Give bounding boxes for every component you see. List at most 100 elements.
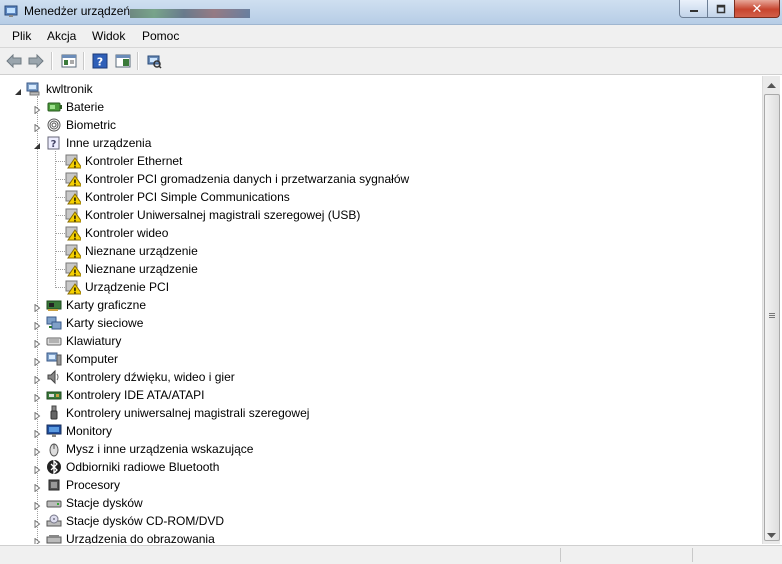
tree-category[interactable]: Baterie bbox=[2, 98, 742, 116]
tree-expander[interactable] bbox=[33, 517, 41, 529]
chevron-right-icon bbox=[34, 429, 41, 439]
view-button[interactable] bbox=[114, 52, 132, 70]
properties-icon bbox=[61, 54, 77, 68]
tree-expander[interactable] bbox=[33, 409, 41, 421]
speaker-icon bbox=[47, 369, 59, 385]
tree-device[interactable]: ! Kontroler Ethernet bbox=[2, 152, 742, 170]
network-adapter-icon bbox=[46, 316, 62, 330]
fingerprint-icon bbox=[46, 117, 62, 133]
tree-category[interactable]: Odbiorniki radiowe Bluetooth bbox=[2, 458, 742, 476]
tree-expander[interactable] bbox=[33, 445, 41, 457]
tree-category[interactable]: Kontrolery dźwięku, wideo i gier bbox=[2, 368, 742, 386]
menu-widok[interactable]: Widok bbox=[92, 29, 125, 43]
svg-text:!: ! bbox=[73, 287, 77, 296]
chevron-right-icon bbox=[34, 519, 41, 529]
scrollbar-thumb[interactable] bbox=[764, 94, 780, 541]
maximize-button[interactable] bbox=[707, 0, 735, 18]
menu-akcja[interactable]: Akcja bbox=[47, 29, 76, 43]
usb-icon bbox=[46, 405, 62, 421]
tree-expander[interactable] bbox=[33, 103, 41, 115]
tree-expander[interactable] bbox=[33, 391, 41, 403]
tree-expander[interactable] bbox=[33, 427, 41, 439]
tree-expander[interactable] bbox=[33, 481, 41, 493]
chevron-down-icon bbox=[767, 532, 776, 538]
svg-text:!: ! bbox=[73, 233, 77, 242]
tree-category[interactable]: Mysz i inne urządzenia wskazujące bbox=[2, 440, 742, 458]
minimize-button[interactable] bbox=[679, 0, 708, 18]
imaging-device-icon bbox=[46, 531, 62, 544]
tree-item-label: Kontrolery dźwięku, wideo i gier bbox=[66, 370, 235, 384]
chevron-right-icon bbox=[34, 303, 41, 313]
tree-device[interactable]: ! Kontroler wideo bbox=[2, 224, 742, 242]
restore-icon bbox=[716, 4, 726, 13]
tree-category[interactable]: Biometric bbox=[2, 116, 742, 134]
tree-category[interactable]: Stacje dysków CD-ROM/DVD bbox=[2, 512, 742, 530]
tree-category[interactable]: ? Inne urządzenia bbox=[2, 134, 742, 152]
tree-device[interactable]: ! Kontroler Uniwersalnej magistrali szere… bbox=[2, 206, 742, 224]
tree-category[interactable]: Kontrolery uniwersalnej magistrali szere… bbox=[2, 404, 742, 422]
minimize-icon bbox=[689, 9, 698, 12]
back-button[interactable] bbox=[5, 52, 23, 70]
tree-device[interactable]: ! Nieznane urządzenie bbox=[2, 260, 742, 278]
tree-category[interactable]: Monitory bbox=[2, 422, 742, 440]
scroll-up-button[interactable] bbox=[763, 76, 780, 93]
tree-category[interactable]: Komputer bbox=[2, 350, 742, 368]
device-tree[interactable]: kwltronik Baterie Biometric ? Inne urządzeni… bbox=[2, 76, 762, 544]
tree-expander[interactable] bbox=[14, 85, 22, 95]
tree-item-label: Biometric bbox=[66, 118, 117, 132]
tree-category[interactable]: Karty graficzne bbox=[2, 296, 742, 314]
svg-text:?: ? bbox=[97, 56, 103, 69]
close-button[interactable]: ✕ bbox=[734, 0, 780, 18]
tree-expander[interactable] bbox=[33, 121, 41, 133]
computer-icon bbox=[46, 352, 62, 366]
forward-icon bbox=[28, 54, 44, 68]
chevron-right-icon bbox=[34, 411, 41, 421]
warning-device-icon: ! bbox=[65, 244, 83, 260]
tree-category[interactable]: Urządzenia do obrazowania bbox=[2, 530, 742, 544]
tree-root[interactable]: kwltronik bbox=[2, 80, 742, 98]
forward-button[interactable] bbox=[27, 52, 45, 70]
warning-device-icon: ! bbox=[65, 226, 83, 242]
tree-expander[interactable] bbox=[33, 301, 41, 313]
tree-item-label: kwltronik bbox=[46, 82, 93, 96]
tree-expander[interactable] bbox=[33, 535, 41, 544]
ide-controller-icon bbox=[46, 391, 62, 400]
help-button[interactable]: ? bbox=[91, 52, 109, 70]
tree-expander[interactable] bbox=[33, 373, 41, 385]
chevron-expanded-icon bbox=[15, 89, 21, 95]
menu-plik[interactable]: Plik bbox=[12, 29, 31, 43]
tree-device[interactable]: ! Kontroler PCI gromadzenia danych i prze… bbox=[2, 170, 742, 188]
toolbar-separator bbox=[137, 52, 139, 70]
tree-category[interactable]: Procesory bbox=[2, 476, 742, 494]
tree-item-label: Monitory bbox=[66, 424, 113, 438]
tree-category[interactable]: Karty sieciowe bbox=[2, 314, 742, 332]
tree-expander[interactable] bbox=[33, 139, 41, 149]
vertical-scrollbar[interactable] bbox=[762, 76, 780, 544]
warning-device-icon: ! bbox=[65, 225, 83, 242]
tree-expander[interactable] bbox=[33, 355, 41, 367]
tree-device[interactable]: ! Urządzenie PCI bbox=[2, 278, 742, 296]
cdrom-icon bbox=[46, 513, 62, 529]
warning-device-icon: ! bbox=[65, 171, 83, 188]
keyboard-icon bbox=[46, 333, 62, 349]
menu-pomoc[interactable]: Pomoc bbox=[142, 29, 179, 43]
chevron-right-icon bbox=[34, 357, 41, 367]
properties-button[interactable] bbox=[60, 52, 78, 70]
scan-hardware-button[interactable] bbox=[145, 52, 163, 70]
tree-category[interactable]: Klawiatury bbox=[2, 332, 742, 350]
tree-device[interactable]: ! Kontroler PCI Simple Communications bbox=[2, 188, 742, 206]
tree-item-label: Baterie bbox=[66, 100, 105, 114]
tree-expander[interactable] bbox=[33, 499, 41, 511]
tree-expander[interactable] bbox=[33, 337, 41, 349]
battery-icon bbox=[46, 99, 62, 115]
tree-item-label: Kontrolery uniwersalnej magistrali szere… bbox=[66, 406, 310, 420]
tree-expander[interactable] bbox=[33, 319, 41, 331]
tree-device[interactable]: ! Nieznane urządzenie bbox=[2, 242, 742, 260]
tree-expander[interactable] bbox=[33, 463, 41, 475]
tree-category[interactable]: Kontrolery IDE ATA/ATAPI bbox=[2, 386, 742, 404]
tree-category[interactable]: Stacje dysków bbox=[2, 494, 742, 512]
monitor-icon bbox=[46, 424, 62, 437]
speaker-icon bbox=[46, 369, 62, 385]
scroll-down-button[interactable] bbox=[763, 527, 780, 544]
svg-text:?: ? bbox=[51, 139, 57, 150]
